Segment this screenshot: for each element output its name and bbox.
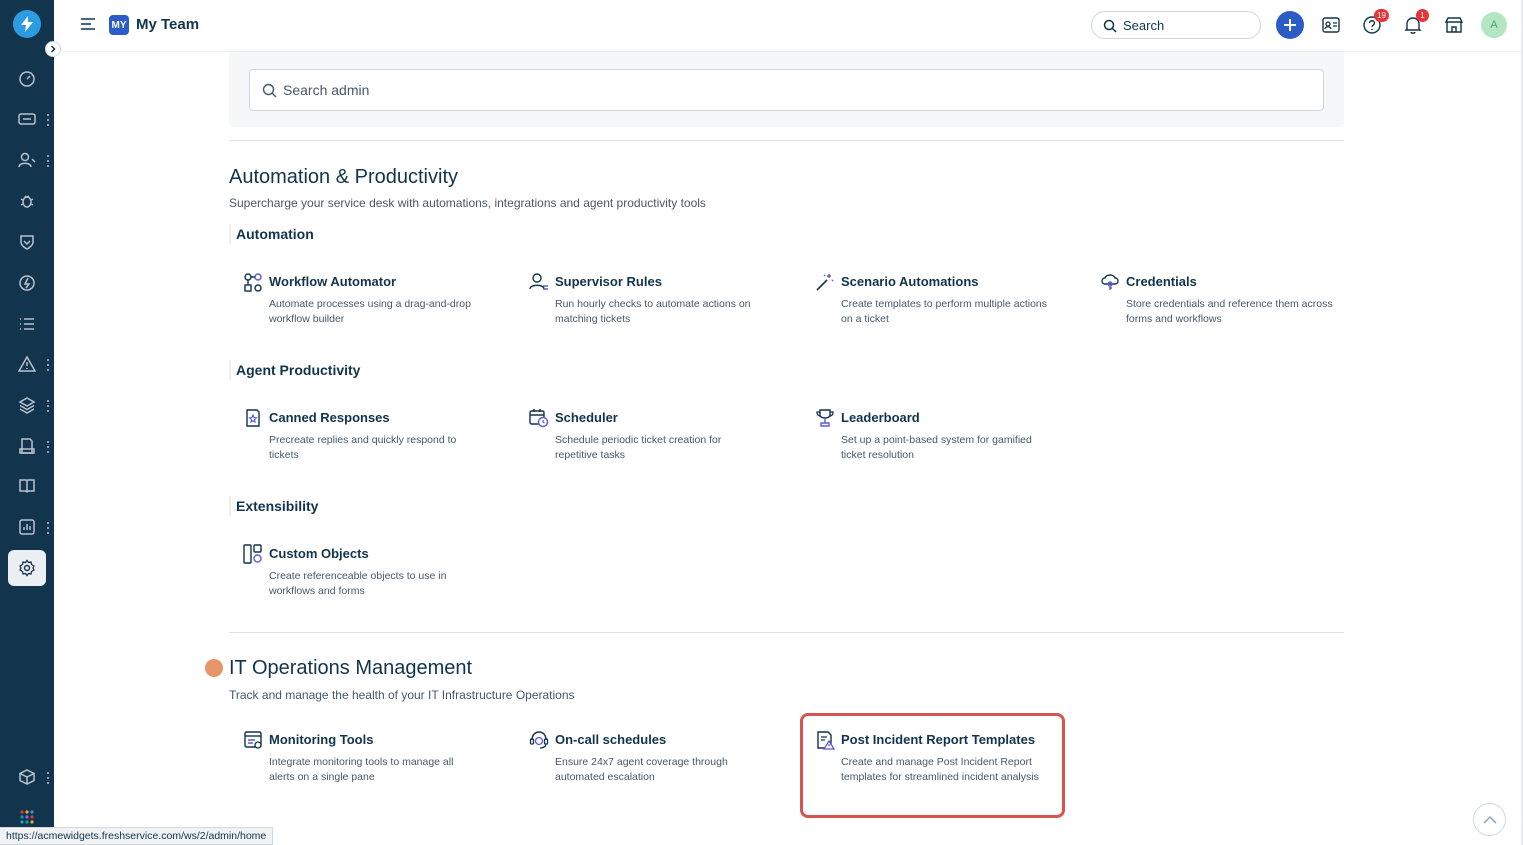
group-heading-automation: Automation — [229, 224, 314, 244]
product-switcher-grid-icon[interactable] — [16, 806, 38, 828]
workflow-icon — [243, 272, 263, 292]
apps-cube-icon[interactable] — [16, 766, 38, 788]
monitoring-icon — [243, 730, 263, 750]
section-divider — [229, 632, 1344, 633]
global-search-placeholder: Search — [1123, 18, 1165, 33]
card-description: Integrate monitoring tools to manage all… — [269, 756, 454, 783]
problems-bug-icon[interactable] — [16, 190, 38, 212]
group-heading-extensibility: Extensibility — [229, 496, 318, 516]
card-title[interactable]: Leaderboard — [841, 410, 920, 425]
contracts-more-icon[interactable] — [45, 441, 51, 453]
card-description: Precreate replies and quickly respond to… — [269, 434, 457, 461]
assets-layers-icon[interactable] — [16, 394, 38, 416]
new-item-plus-button[interactable] — [1276, 11, 1304, 39]
agents-icon[interactable] — [16, 149, 38, 171]
section-title-itom: IT Operations Management — [229, 657, 473, 679]
card-description: Create templates to perform multiple act… — [841, 298, 1048, 325]
top-bar: MY My Team Search 19 1 A — [54, 0, 1523, 52]
left-navigation-rail — [0, 0, 61, 845]
section-divider — [229, 140, 1344, 141]
agents-more-icon[interactable] — [45, 155, 51, 167]
dashboard-icon[interactable] — [16, 68, 38, 90]
freshservice-logo-icon[interactable] — [13, 10, 41, 38]
workspace-badge[interactable]: MY — [109, 15, 129, 35]
tickets-more-icon[interactable] — [45, 114, 51, 126]
card-title[interactable]: On-call schedules — [555, 732, 666, 747]
card-description: Create and manage Post Incident Report t… — [841, 756, 1039, 783]
card-title[interactable]: Workflow Automator — [269, 274, 396, 289]
section-title-automation: Automation & Productivity — [229, 166, 458, 188]
releases-icon[interactable] — [16, 272, 38, 294]
analytics-icon[interactable] — [16, 516, 38, 538]
admin-search-panel: Search admin — [229, 52, 1344, 127]
contacts-card-icon[interactable] — [1319, 13, 1343, 37]
changes-shield-icon[interactable] — [16, 231, 38, 253]
admin-search-input[interactable]: Search admin — [249, 69, 1324, 111]
section-description-automation: Supercharge your service desk with autom… — [229, 196, 706, 210]
magic-wand-icon — [815, 272, 835, 292]
scroll-to-top-button[interactable] — [1473, 803, 1506, 836]
notification-badge: 1 — [1416, 9, 1429, 22]
card-description: Store credentials and reference them acr… — [1126, 298, 1333, 325]
tickets-icon[interactable] — [16, 108, 38, 130]
user-avatar[interactable]: A — [1481, 12, 1507, 38]
solutions-book-icon[interactable] — [16, 475, 38, 497]
global-search-input[interactable]: Search — [1091, 11, 1261, 39]
browser-status-url: https://acmewidgets.freshservice.com/ws/… — [0, 827, 274, 845]
trophy-icon — [815, 408, 835, 428]
custom-objects-icon — [243, 544, 263, 564]
canned-response-icon — [243, 408, 263, 428]
supervisor-icon — [529, 272, 549, 292]
group-heading-agent-productivity: Agent Productivity — [229, 360, 360, 380]
apps-more-icon[interactable] — [45, 772, 51, 784]
marketplace-store-icon[interactable] — [1442, 13, 1466, 37]
card-title[interactable]: Canned Responses — [269, 410, 390, 425]
alerts-more-icon[interactable] — [45, 359, 51, 371]
card-title[interactable]: Scheduler — [555, 410, 618, 425]
card-description: Ensure 24x7 agent coverage through autom… — [555, 756, 728, 783]
report-template-icon — [815, 730, 836, 750]
search-icon — [262, 83, 277, 98]
chevron-up-icon — [1482, 815, 1497, 824]
alerts-warning-icon[interactable] — [16, 353, 38, 375]
admin-settings-gear-icon[interactable] — [16, 557, 38, 579]
card-title[interactable]: Scenario Automations — [841, 274, 978, 289]
assets-more-icon[interactable] — [45, 400, 51, 412]
card-title[interactable]: Monitoring Tools — [269, 732, 373, 747]
card-description: Create referenceable objects to use in w… — [269, 570, 447, 597]
calendar-clock-icon — [529, 408, 549, 428]
expand-rail-chevron-icon[interactable] — [45, 41, 61, 57]
card-title[interactable]: Supervisor Rules — [555, 274, 662, 289]
card-title[interactable]: Custom Objects — [269, 546, 369, 561]
tasks-list-icon[interactable] — [16, 313, 38, 335]
card-title[interactable]: Post Incident Report Templates — [841, 732, 1035, 747]
help-badge: 19 — [1374, 9, 1389, 22]
card-description: Set up a point-based system for gamified… — [841, 434, 1032, 461]
card-description: Automate processes using a drag-and-drop… — [269, 298, 471, 325]
on-call-icon — [529, 730, 549, 750]
hamburger-menu-icon[interactable] — [80, 17, 96, 31]
analytics-more-icon[interactable] — [45, 522, 51, 534]
credentials-icon — [1100, 272, 1120, 292]
contracts-icon[interactable] — [16, 435, 38, 457]
new-section-indicator-dot — [205, 659, 223, 677]
card-description: Schedule periodic ticket creation for re… — [555, 434, 722, 461]
card-title[interactable]: Credentials — [1126, 274, 1197, 289]
workspace-name[interactable]: My Team — [136, 16, 199, 33]
search-icon — [1103, 19, 1117, 33]
section-description-itom: Track and manage the health of your IT I… — [229, 688, 575, 702]
card-description: Run hourly checks to automate actions on… — [555, 298, 751, 325]
admin-search-placeholder: Search admin — [283, 82, 370, 98]
